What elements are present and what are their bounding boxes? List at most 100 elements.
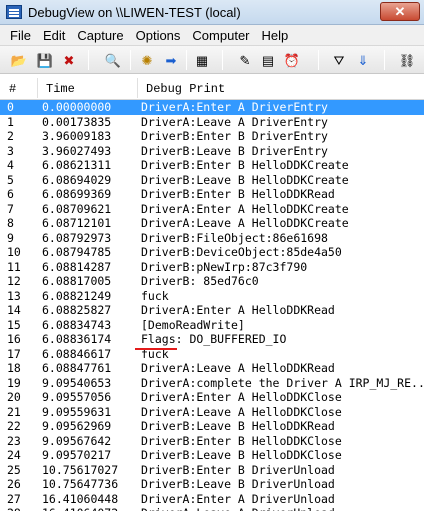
table-row[interactable]: 27 16.41060448 DriverA:Enter A DriverUnloa… — [0, 492, 424, 507]
menu-capture[interactable]: Capture — [71, 28, 129, 43]
row-number: 23 — [7, 433, 21, 448]
menu-file[interactable]: File — [4, 28, 37, 43]
row-time: 6.08792973 — [42, 230, 112, 245]
row-time: 9.09567642 — [42, 433, 112, 448]
column-divider[interactable] — [137, 78, 138, 98]
debug-output-list[interactable]: 0 0.00000000 DriverA:Enter A DriverEntry 1 0… — [0, 100, 424, 511]
row-time: 9.09570217 — [42, 448, 112, 462]
table-row[interactable]: 2 3.96009183 DriverB:Enter B DriverEntry — [0, 129, 424, 144]
column-header-debug-print[interactable]: Debug Print — [146, 82, 225, 96]
table-row[interactable]: 26 10.75647736 DriverB:Leave B DriverUnloa… — [0, 477, 424, 492]
table-row[interactable]: 28 16.41064072 DriverA:Leave A DriverUnloa… — [0, 506, 424, 511]
history-depth-icon[interactable]: ⇓ — [354, 51, 372, 69]
toolbar-separator — [384, 50, 385, 70]
find-icon[interactable]: 🔍 — [104, 51, 122, 69]
menu-computer[interactable]: Computer — [186, 28, 255, 43]
table-row[interactable]: 25 10.75617027 DriverB:Enter B DriverUnloa… — [0, 463, 424, 478]
clear-display-icon[interactable]: ▦ — [193, 51, 211, 69]
row-time: 6.08846617 — [42, 346, 112, 361]
row-debug-print: Flags: DO_BUFFERED_IO — [141, 332, 287, 346]
autoscroll-icon[interactable]: ➡ — [162, 51, 180, 69]
column-divider[interactable] — [37, 78, 38, 98]
table-row[interactable]: 14 6.08825827 DriverA:Enter A HelloDDKRead — [0, 303, 424, 318]
row-debug-print: DriverB:Enter B HelloDDKRead — [141, 187, 335, 201]
row-debug-print: DriverB:pNewIrp:87c3f790 — [141, 259, 308, 274]
table-row[interactable]: 6 6.08699369 DriverB:Enter B HelloDDKRead — [0, 187, 424, 202]
table-row[interactable]: 23 9.09567642 DriverB:Enter B HelloDDKClos… — [0, 434, 424, 449]
table-row[interactable]: 8 6.08712101 DriverA:Leave A HelloDDKCreat… — [0, 216, 424, 231]
row-number: 11 — [7, 259, 21, 274]
row-number: 20 — [7, 390, 21, 404]
table-row[interactable]: 5 6.08694029 DriverB:Leave B HelloDDKCreat… — [0, 173, 424, 188]
save-icon[interactable]: 💾 — [36, 51, 54, 69]
column-header-time[interactable]: Time — [46, 82, 75, 96]
table-row[interactable]: 7 6.08709621 DriverA:Enter A HelloDDKCreat… — [0, 202, 424, 217]
row-time: 16.41060448 — [42, 491, 119, 506]
row-debug-print: DriverB:Leave B HelloDDKClose — [141, 448, 342, 462]
column-header-num[interactable]: # — [9, 82, 16, 96]
toolbar-separator — [88, 50, 89, 70]
capture-win32-icon[interactable]: ✺ — [138, 51, 156, 69]
table-row[interactable]: 15 6.08834743 [DemoReadWrite] — [0, 318, 424, 333]
clock-icon[interactable]: ⏰ — [283, 51, 301, 69]
row-time: 6.08825827 — [42, 303, 112, 317]
close-button[interactable]: ✕ — [380, 2, 420, 21]
row-time: 0.00000000 — [42, 100, 112, 114]
table-row[interactable]: 1 0.00173835 DriverA:Leave A DriverEntry — [0, 115, 424, 130]
delete-icon[interactable]: ✖ — [60, 51, 78, 69]
table-row[interactable]: 11 6.08814287 DriverB:pNewIrp:87c3f790 — [0, 260, 424, 275]
time-format-icon[interactable]: ✎ — [236, 51, 254, 69]
table-row[interactable]: 13 6.08821249 fuck — [0, 289, 424, 304]
row-number: 4 — [7, 158, 14, 172]
row-time: 10.75647736 — [42, 477, 119, 491]
row-debug-print: [DemoReadWrite] — [141, 317, 245, 332]
highlight-icon[interactable]: ▤ — [259, 51, 277, 69]
table-row[interactable]: 10 6.08794785 DriverB:DeviceObject:85de4a5… — [0, 245, 424, 260]
row-time: 6.08836174 — [42, 332, 112, 346]
table-row[interactable]: 20 9.09557056 DriverA:Enter A HelloDDKClos… — [0, 390, 424, 405]
row-number: 25 — [7, 462, 21, 477]
table-row[interactable]: 18 6.08847761 DriverA:Leave A HelloDDKRead — [0, 361, 424, 376]
menu-bar: File Edit Capture Options Computer Help — [0, 25, 424, 46]
debugview-app-icon — [6, 5, 22, 19]
red-underline-annotation — [135, 348, 177, 350]
row-time: 6.08821249 — [42, 288, 112, 303]
table-row[interactable]: 22 9.09562969 DriverB:Leave B HelloDDKRead — [0, 419, 424, 434]
row-debug-print: DriverA:Leave A HelloDDKRead — [141, 361, 335, 375]
row-number: 7 — [7, 201, 14, 216]
row-time: 6.08694029 — [42, 172, 112, 187]
row-number: 22 — [7, 419, 21, 433]
row-number: 17 — [7, 346, 21, 361]
row-number: 15 — [7, 317, 21, 332]
table-row[interactable]: 3 3.96027493 DriverB:Leave B DriverEntry — [0, 144, 424, 159]
table-row[interactable]: 4 6.08621311 DriverB:Enter B HelloDDKCreat… — [0, 158, 424, 173]
table-row[interactable]: 12 6.08817005 DriverB: 85ed76c0 — [0, 274, 424, 289]
menu-help[interactable]: Help — [256, 28, 295, 43]
table-row[interactable]: 24 9.09570217 DriverB:Leave B HelloDDKClos… — [0, 448, 424, 463]
row-time: 9.09557056 — [42, 390, 112, 404]
row-number: 3 — [7, 143, 14, 158]
column-header: # Time Debug Print — [0, 76, 424, 100]
row-debug-print: DriverB:Leave B DriverEntry — [141, 143, 328, 158]
table-row[interactable]: 17 6.08846617 fuck — [0, 347, 424, 362]
table-row[interactable]: 19 9.09540653 DriverA:complete the Driver … — [0, 376, 424, 391]
menu-edit[interactable]: Edit — [37, 28, 71, 43]
row-time: 6.08621311 — [42, 158, 112, 172]
row-time: 6.08847761 — [42, 361, 112, 375]
table-row[interactable]: 16 6.08836174 Flags: DO_BUFFERED_IO — [0, 332, 424, 347]
window-title: DebugView on \\LIWEN-TEST (local) — [28, 4, 241, 20]
table-row[interactable]: 21 9.09559631 DriverA:Leave A HelloDDKClos… — [0, 405, 424, 420]
binoculars-icon[interactable]: ⛓ — [398, 51, 416, 69]
table-row[interactable]: 0 0.00000000 DriverA:Enter A DriverEntry — [0, 100, 424, 115]
toolbar-separator — [186, 50, 187, 70]
row-number: 8 — [7, 216, 14, 230]
row-debug-print: DriverB:Leave B HelloDDKCreate — [141, 172, 349, 187]
row-debug-print: DriverA:Leave A DriverEntry — [141, 114, 328, 129]
row-debug-print: DriverA:Enter A DriverUnload — [141, 491, 335, 506]
open-icon[interactable]: 📂 — [10, 51, 28, 69]
table-row[interactable]: 9 6.08792973 DriverB:FileObject:86e61698 — [0, 231, 424, 246]
menu-options[interactable]: Options — [130, 28, 187, 43]
row-debug-print: DriverB:Enter B HelloDDKCreate — [141, 158, 349, 172]
row-time: 6.08834743 — [42, 317, 112, 332]
filter-icon[interactable]: ⛛ — [330, 51, 348, 69]
